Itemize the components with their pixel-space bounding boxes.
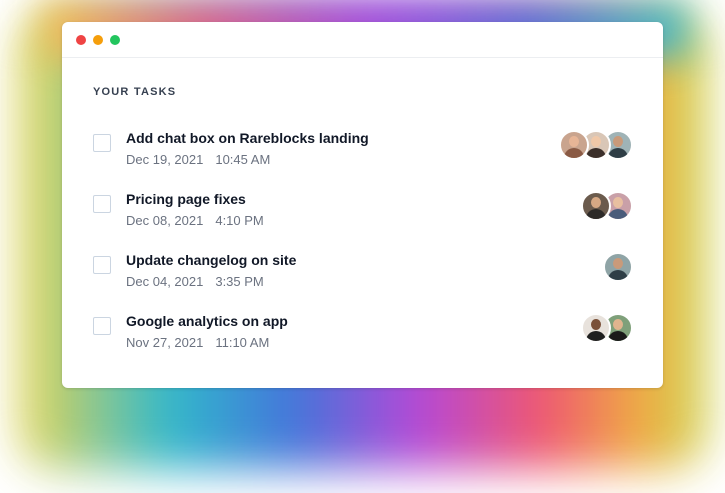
task-datetime: Dec 19, 2021 10:45 AM (126, 152, 270, 167)
section-heading: YOUR TASKS (93, 86, 177, 98)
task-item: Pricing page fixes Dec 08, 2021 4:10 PM (93, 191, 633, 235)
avatar-body (586, 209, 606, 219)
task-title: Google analytics on app (126, 313, 288, 329)
task-checkbox[interactable] (93, 256, 111, 274)
avatar-body (564, 148, 584, 158)
avatar-face (613, 197, 623, 208)
task-date: Dec 08, 2021 (126, 213, 204, 228)
avatar-face (591, 319, 601, 330)
avatar-face (613, 258, 623, 269)
assignee-avatars (603, 252, 633, 282)
task-item: Google analytics on app Nov 27, 2021 11:1… (93, 313, 633, 357)
avatar-face (591, 197, 601, 208)
avatar[interactable] (581, 313, 611, 343)
task-time: 4:10 PM (215, 213, 264, 228)
avatar-face (591, 136, 601, 147)
close-window-icon[interactable] (76, 35, 86, 45)
task-time: 11:10 AM (215, 335, 270, 350)
assignee-avatars (581, 313, 633, 343)
task-datetime: Dec 08, 2021 4:10 PM (126, 213, 264, 228)
avatar-face (569, 136, 579, 147)
app-window: YOUR TASKS Add chat box on Rareblocks la… (62, 22, 663, 388)
avatar[interactable] (581, 191, 611, 221)
avatar-body (608, 331, 628, 341)
task-date: Dec 19, 2021 (126, 152, 204, 167)
task-date: Dec 04, 2021 (126, 274, 204, 289)
avatar-body (608, 270, 628, 280)
minimize-window-icon[interactable] (93, 35, 103, 45)
avatar-face (613, 136, 623, 147)
avatar[interactable] (559, 130, 589, 160)
task-item: Add chat box on Rareblocks landing Dec 1… (93, 130, 633, 174)
task-title: Add chat box on Rareblocks landing (126, 130, 369, 146)
avatar-face (613, 319, 623, 330)
assignee-avatars (581, 191, 633, 221)
window-titlebar (62, 22, 663, 58)
task-item: Update changelog on site Dec 04, 2021 3:3… (93, 252, 633, 296)
task-checkbox[interactable] (93, 134, 111, 152)
task-datetime: Dec 04, 2021 3:35 PM (126, 274, 264, 289)
task-title: Pricing page fixes (126, 191, 246, 207)
maximize-window-icon[interactable] (110, 35, 120, 45)
task-date: Nov 27, 2021 (126, 335, 204, 350)
task-time: 3:35 PM (215, 274, 264, 289)
task-checkbox[interactable] (93, 195, 111, 213)
assignee-avatars (559, 130, 633, 160)
avatar-body (608, 209, 628, 219)
task-title: Update changelog on site (126, 252, 297, 268)
task-datetime: Nov 27, 2021 11:10 AM (126, 335, 269, 350)
task-time: 10:45 AM (215, 152, 271, 167)
avatar-body (586, 331, 606, 341)
avatar-body (608, 148, 628, 158)
avatar-body (586, 148, 606, 158)
task-checkbox[interactable] (93, 317, 111, 335)
avatar[interactable] (603, 252, 633, 282)
